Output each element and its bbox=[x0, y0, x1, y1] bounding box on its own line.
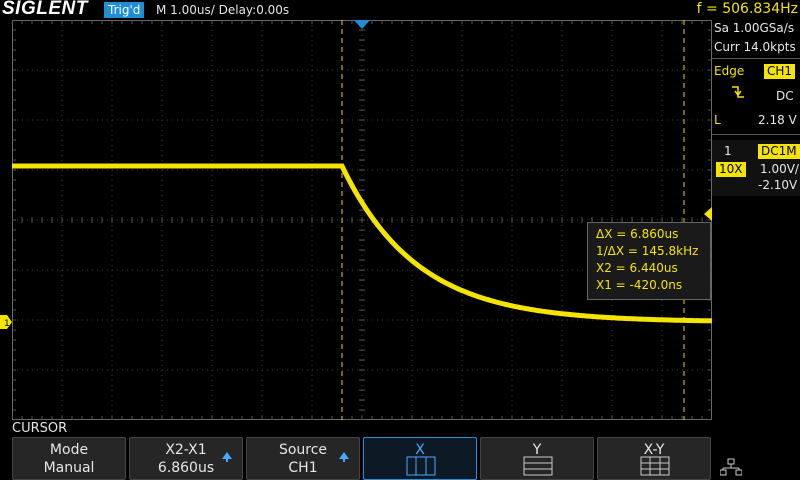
channel1-scale: 1.00V/ bbox=[760, 162, 799, 176]
falling-edge-icon bbox=[732, 86, 744, 98]
trigger-level-marker[interactable] bbox=[704, 207, 712, 221]
channel1-ground-marker[interactable]: 1 bbox=[0, 315, 12, 329]
menu-title: CURSOR bbox=[12, 421, 68, 436]
knob-adjust-icon bbox=[222, 452, 232, 462]
channel1-number: 1 bbox=[724, 144, 732, 158]
x-cursor-icon bbox=[406, 456, 436, 476]
frequency-readout: f = 506.834Hz bbox=[696, 1, 798, 17]
softkey-label: Mode bbox=[49, 442, 89, 458]
y-cursor-icon bbox=[523, 456, 553, 476]
divider bbox=[712, 58, 800, 59]
softkey-source[interactable]: Source CH1 bbox=[246, 437, 360, 480]
trigger-panel[interactable]: Edge CH1 DC L 2.18 V bbox=[712, 60, 800, 132]
timebase-readout: M 1.00us/ Delay:0.00s bbox=[156, 2, 289, 18]
cursor-x1-value: X1 = -420.0ns bbox=[596, 278, 683, 292]
softkey-x[interactable]: X bbox=[363, 437, 477, 480]
trigger-coupling: DC bbox=[776, 89, 794, 103]
trigger-state-badge: Trig'd bbox=[104, 2, 145, 18]
cursor-inverse-delta-x: 1/ΔX = 145.8kHz bbox=[596, 244, 699, 258]
timebase-value: M 1.00us/ bbox=[156, 3, 215, 17]
cursor-x2-value: X2 = 6.440us bbox=[596, 261, 678, 275]
memory-depth: Curr 14.0kpts bbox=[714, 40, 796, 54]
softkey-x-y[interactable]: X-Y bbox=[597, 437, 711, 480]
knob-adjust-icon bbox=[339, 452, 349, 462]
delay-value: Delay:0.00s bbox=[218, 3, 290, 17]
softkey-x2-x1[interactable]: X2-X1 6.860us bbox=[129, 437, 243, 480]
waveform-display[interactable] bbox=[12, 20, 712, 420]
channel1-coupling-badge: DC1M bbox=[758, 144, 800, 159]
channel1-probe-badge: 10X bbox=[716, 162, 746, 177]
divider bbox=[712, 134, 800, 135]
x-y-cursor-icon bbox=[640, 456, 670, 476]
trigger-type: Edge bbox=[714, 64, 745, 78]
channel1-marker-label: 1 bbox=[4, 319, 10, 329]
softkey-mode[interactable]: Mode Manual bbox=[12, 437, 126, 480]
trigger-level-value: 2.18 V bbox=[758, 113, 797, 127]
trigger-position-marker[interactable] bbox=[354, 20, 370, 29]
channel1-panel[interactable]: 1 DC1M 10X 1.00V/ -2.10V bbox=[712, 140, 800, 196]
softkey-value: Manual bbox=[43, 460, 95, 476]
channel1-offset: -2.10V bbox=[758, 178, 798, 192]
sample-rate: Sa 1.00GSa/s bbox=[714, 21, 795, 35]
cursor-readout-box: ΔX = 6.860us 1/ΔX = 145.8kHz X2 = 6.440u… bbox=[587, 222, 711, 300]
trigger-level-label: L bbox=[714, 113, 721, 127]
softkey-y[interactable]: Y bbox=[480, 437, 594, 480]
network-icon[interactable] bbox=[720, 458, 742, 476]
cursor-delta-x: ΔX = 6.860us bbox=[596, 227, 679, 241]
brand-logo: SIGLENT bbox=[2, 0, 88, 19]
trigger-source-badge: CH1 bbox=[764, 64, 796, 79]
graticule bbox=[12, 20, 712, 420]
